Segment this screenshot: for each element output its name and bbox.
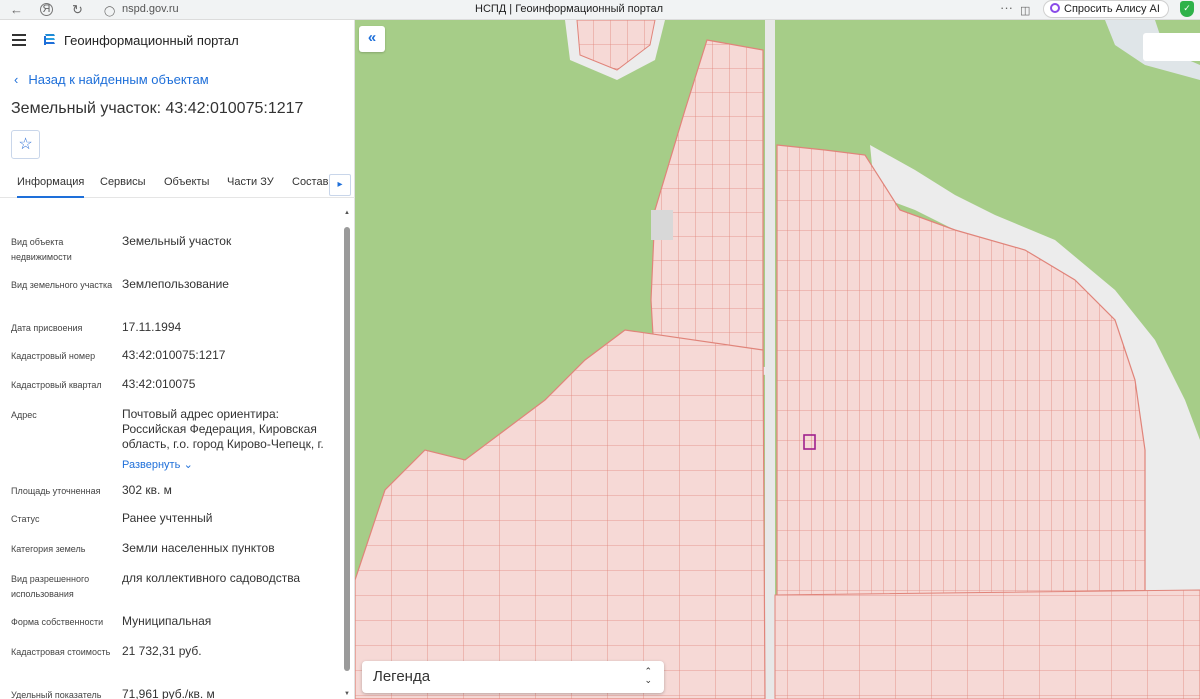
field-label: Кадастровый квартал xyxy=(11,380,102,390)
field-value: Земельный участок xyxy=(122,234,232,248)
scroll-up-icon[interactable]: ▲ xyxy=(343,210,351,218)
address-value: Почтовый адрес ориентира: Российская Фед… xyxy=(122,407,324,451)
object-info-panel: Геоинформационный портал ‹ Назад к найден… xyxy=(0,20,355,699)
tab-bar: Информация Сервисы Объекты Части ЗУ Сост… xyxy=(0,170,355,198)
parcel-layer xyxy=(355,20,1200,699)
chevron-left-icon: ‹ xyxy=(14,72,19,87)
cadastral-map[interactable]: « Легенда ⌃ ⌄ xyxy=(355,20,1200,699)
field-label: Вид земельного участка xyxy=(11,280,113,290)
app-title: Геоинформационный портал xyxy=(64,33,239,48)
field-label: Дата присвоения xyxy=(11,323,83,333)
field-label: Вид объекта недвижимости xyxy=(11,237,72,262)
ask-alice-label: Спросить Алису AI xyxy=(1064,3,1160,15)
building xyxy=(651,210,673,240)
legend-dropdown[interactable]: Легенда ⌃ ⌄ xyxy=(362,661,664,693)
back-to-results-link[interactable]: ‹ Назад к найденным объектам xyxy=(14,72,209,87)
menu-icon[interactable] xyxy=(12,34,26,46)
more-icon[interactable]: ··· xyxy=(1000,0,1013,16)
tab-parts[interactable]: Части ЗУ xyxy=(227,176,274,188)
field-label: Удельный показатель кадастровой xyxy=(11,690,102,699)
field-value: Землепользование xyxy=(122,277,229,291)
lock-icon[interactable]: ◯ xyxy=(104,4,115,20)
parcel-block-bottom xyxy=(774,589,1200,699)
tab-services[interactable]: Сервисы xyxy=(100,176,146,188)
field-value: 71,961 руб./кв. м xyxy=(122,687,215,699)
panel-scrollbar[interactable]: ▲ ▼ xyxy=(343,210,351,699)
parcel-block-left-upper xyxy=(650,39,764,371)
field-value: 21 732,31 руб. xyxy=(122,644,202,658)
ask-alice-button[interactable]: Спросить Алису AI xyxy=(1043,0,1169,18)
parcel-block-left-lower xyxy=(355,329,766,699)
collapse-panel-button[interactable]: « xyxy=(359,26,385,52)
tab-composition[interactable]: Состав xyxy=(292,176,328,188)
field-value: Ранее учтенный xyxy=(122,511,213,525)
field-label: Кадастровая стоимость xyxy=(11,647,111,657)
page-tab-title: НСПД | Геоинформационный портал xyxy=(475,3,664,15)
field-label: Вид разрешенного использования xyxy=(11,574,90,599)
star-icon: ☆ xyxy=(18,136,33,153)
field-label: Категория земель xyxy=(11,544,86,554)
tab-objects[interactable]: Объекты xyxy=(164,176,209,188)
map-control-box[interactable] xyxy=(1143,33,1200,61)
expand-address-link[interactable]: Развернуть ⌄ xyxy=(122,457,332,473)
yandex-icon[interactable]: Я xyxy=(40,3,53,16)
expand-label: Развернуть xyxy=(122,459,181,471)
back-arrow-icon[interactable]: ← xyxy=(10,2,23,18)
field-value: 43:42:010075:1217 xyxy=(122,348,226,362)
field-value: для коллективного садоводства xyxy=(122,571,301,585)
road xyxy=(765,20,775,699)
chevron-down-icon: ⌄ xyxy=(183,459,193,471)
field-label: Статус xyxy=(11,514,40,524)
browser-toolbar: ← Я ↻ ◯ nspd.gov.ru НСПД | Геоинформацио… xyxy=(0,0,1200,20)
field-label: Адрес xyxy=(11,410,37,420)
field-value: 17.11.1994 xyxy=(122,320,182,334)
back-link-label: Назад к найденным объектам xyxy=(28,72,209,87)
field-value: Муниципальная xyxy=(122,614,212,628)
favorite-button[interactable]: ☆ xyxy=(11,130,40,159)
field-value: 43:42:010075 xyxy=(122,377,196,391)
field-label: Площадь уточненная xyxy=(11,486,101,496)
portal-logo-icon xyxy=(44,34,55,45)
bookmark-icon[interactable]: ◫ xyxy=(1020,3,1030,19)
field-label: Кадастровый номер xyxy=(11,351,96,361)
field-value: Земли населенных пунктов xyxy=(122,541,275,555)
page-title: Земельный участок: 43:42:010075:1217 xyxy=(11,100,304,117)
legend-label: Легенда xyxy=(373,668,431,685)
field-value: 302 кв. м xyxy=(122,483,172,497)
reload-icon[interactable]: ↻ xyxy=(72,2,83,18)
scroll-thumb[interactable] xyxy=(344,227,350,671)
tab-info[interactable]: Информация xyxy=(17,176,85,198)
chevron-updown-icon: ⌃ ⌄ xyxy=(644,666,652,685)
address-bar[interactable]: nspd.gov.ru xyxy=(122,3,179,15)
alice-icon xyxy=(1050,3,1060,13)
scroll-down-icon[interactable]: ▼ xyxy=(343,691,351,699)
attributes-list: Вид объекта недвижимости Земельный участ… xyxy=(0,210,340,699)
field-label: Форма собственности xyxy=(11,617,104,627)
tabs-scroll-right-button[interactable]: ▸ xyxy=(329,174,351,196)
shield-icon[interactable]: ✓ xyxy=(1180,1,1194,17)
double-chevron-left-icon: « xyxy=(367,29,377,46)
